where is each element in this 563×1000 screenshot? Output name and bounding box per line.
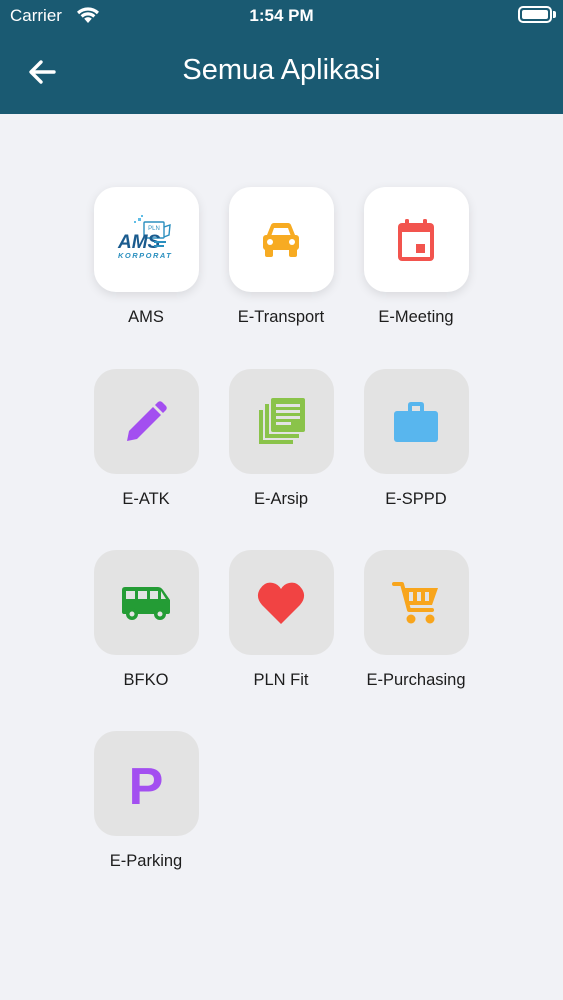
status-time: 1:54 PM <box>249 6 314 25</box>
calendar-icon <box>398 218 434 261</box>
app-tile[interactable] <box>363 369 469 474</box>
app-tile[interactable] <box>93 550 199 655</box>
svg-text:P: P <box>129 760 164 808</box>
app-e-atk[interactable]: E-ATK <box>71 369 221 509</box>
ams-korporat-logo: PLN AMS KORPORAT <box>117 214 172 260</box>
navigation-bar: Semua Aplikasi <box>0 32 563 114</box>
app-label: BFKO <box>123 671 169 689</box>
pencil-icon <box>127 400 167 441</box>
app-tile[interactable] <box>228 550 334 655</box>
app-tile[interactable]: PLN AMS KORPORAT <box>93 187 199 292</box>
app-ams[interactable]: PLN AMS KORPORAT AMS <box>71 187 221 327</box>
app-tile[interactable] <box>363 187 469 292</box>
shopping-cart-icon <box>392 581 438 623</box>
battery-icon <box>518 6 552 23</box>
heart-icon <box>257 582 305 624</box>
app-e-meeting[interactable]: E-Meeting <box>341 187 491 327</box>
app-label: E-Purchasing <box>366 671 466 689</box>
app-pln-fit[interactable]: PLN Fit <box>206 550 356 690</box>
header-bar: Carrier 1:54 PM Semua Aplikasi <box>0 0 563 114</box>
app-tile[interactable] <box>228 369 334 474</box>
app-e-transport[interactable]: E-Transport <box>206 187 356 327</box>
battery-cap <box>553 11 556 18</box>
app-label: E-ATK <box>122 490 170 508</box>
app-e-parking[interactable]: P E-Parking <box>71 731 221 871</box>
svg-text:KORPORAT: KORPORAT <box>118 251 172 260</box>
app-label: E-Arsip <box>253 490 309 508</box>
app-tile[interactable]: P <box>93 731 199 836</box>
app-e-arsip[interactable]: E-Arsip <box>206 369 356 509</box>
parking-icon: P <box>129 760 164 808</box>
status-bar: Carrier 1:54 PM <box>0 0 563 32</box>
car-icon <box>263 222 299 257</box>
app-tile[interactable] <box>363 550 469 655</box>
app-tile[interactable] <box>228 187 334 292</box>
app-label: E-Transport <box>237 308 325 326</box>
app-label: PLN Fit <box>253 671 309 689</box>
page-title: Semua Aplikasi <box>182 54 381 86</box>
documents-icon <box>259 397 305 444</box>
app-label: E-SPPD <box>385 490 447 508</box>
app-label: AMS <box>128 308 164 326</box>
app-label: E-Parking <box>109 852 183 870</box>
van-icon <box>122 586 170 620</box>
app-e-sppd[interactable]: E-SPPD <box>341 369 491 509</box>
briefcase-icon <box>394 401 438 442</box>
app-label: E-Meeting <box>378 308 454 326</box>
app-bfko[interactable]: BFKO <box>71 550 221 690</box>
app-tile[interactable] <box>93 369 199 474</box>
app-e-purchasing[interactable]: E-Purchasing <box>341 550 491 690</box>
